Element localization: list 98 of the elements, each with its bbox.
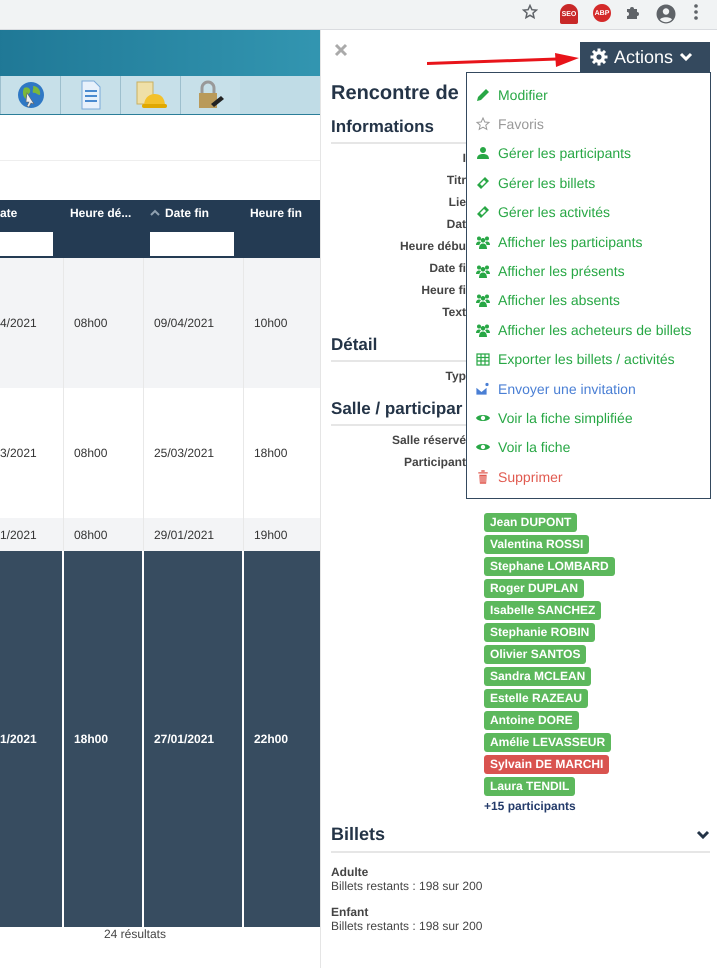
table-cell: 10h00 [254,316,288,330]
chevron-down-icon [679,52,694,62]
participant-tag[interactable]: Antoine DORE [484,711,579,730]
participant-tag[interactable]: Amélie LEVASSEUR [484,733,612,752]
table-cell: 18h00 [254,446,288,460]
participant-tag[interactable]: Olivier SANTOS [484,645,586,664]
menu-item[interactable]: Supprimer [467,462,710,492]
menu-icon[interactable] [694,4,698,20]
field-label: Heure débu [400,239,466,253]
users-icon [475,292,491,308]
ticket-icon [475,204,491,220]
menu-item[interactable]: Voir la fiche simplifiée [467,403,710,433]
tickets-remaining: Billets restants : 198 sur 200 [331,879,484,893]
field-label: Date fi [429,261,466,275]
field-label: I [462,151,466,165]
pencil-icon [475,86,491,103]
menu-item[interactable]: Envoyer une invitation [467,374,710,404]
table-cell: 09/04/2021 [154,316,214,330]
participant-tag[interactable]: Roger DUPLAN [484,579,584,598]
chevron-icon[interactable] [696,830,710,840]
column-header[interactable]: ate [0,206,18,220]
menu-item[interactable]: Modifier [467,80,710,110]
field-label: Lie [448,195,466,209]
padlock-icon[interactable] [180,76,240,114]
participant-tag[interactable]: Stephane LOMBARD [484,557,615,576]
section-heading: Billets [331,824,386,845]
menu-item[interactable]: Afficher les présents [467,256,710,286]
globe-icon[interactable] [0,76,60,114]
close-icon[interactable] [334,43,348,57]
field-label: Heure fi [421,283,466,297]
column-header[interactable]: Date fin [165,206,210,220]
section-heading: Informations [331,117,434,136]
participant-tag[interactable]: Jean DUPONT [484,513,578,532]
mail-icon [475,380,491,397]
document-icon[interactable] [60,76,120,114]
eye-icon [475,414,491,422]
ticket-name: Enfant [331,905,370,919]
section-heading: Détail [331,335,378,354]
table-cell: 08h00 [74,446,108,460]
tickets-remaining: Billets restants : 198 sur 200 [331,919,484,933]
section-heading: Salle / participar [331,399,462,418]
sort-up-icon[interactable] [150,209,160,216]
field-label: Typ [446,369,466,383]
event-title: Rencontre de [331,82,459,105]
participant-tag[interactable]: Sylvain DE MARCHI [484,755,610,774]
table-cell: 08h00 [74,528,108,542]
menu-item[interactable]: Afficher les acheteurs de billets [467,315,710,345]
star-icon [475,116,491,132]
field-label: Text [442,305,466,319]
table-cell: 1/2021 [0,528,37,542]
field-label: Dat [446,217,466,231]
ticket-icon [475,174,491,191]
table-cell: 08h00 [74,316,108,330]
menu-item[interactable]: Afficher les participants [467,226,710,256]
users-icon [475,263,491,280]
field-label: Titr [446,173,466,187]
puzzle-icon[interactable] [625,4,641,20]
menu-item[interactable]: Voir la fiche [467,432,710,462]
table-cell: 19h00 [254,528,288,542]
participant-tag[interactable]: Estelle RAZEAU [484,689,588,708]
bookmark-star-icon[interactable] [522,4,538,20]
ticket-name: Adulte [331,865,370,879]
filter-field[interactable] [150,232,234,256]
column-header[interactable]: Heure fin [250,206,302,220]
menu-item[interactable]: Exporter les billets / activités [467,344,710,374]
users-icon [475,234,491,250]
table-cell: 4/2021 [0,316,37,330]
table-icon [475,351,491,368]
actions-button[interactable]: Actions [580,42,710,72]
menu-item[interactable]: Favoris [467,109,710,139]
participant-tag[interactable]: Stephanie ROBIN [484,623,596,642]
menu-item[interactable]: Gérer les activités [467,198,710,227]
table-cell: 1/2021 [0,732,37,746]
table-cell: 25/03/2021 [154,446,214,460]
participant-tag[interactable]: Valentina ROSSI [484,535,590,554]
participant-tag[interactable]: Sandra MCLEAN [484,667,592,686]
users-icon [475,322,491,338]
table-cell: 29/01/2021 [154,528,214,542]
filter-field[interactable] [0,232,53,256]
more-participants-link[interactable]: +15 participants [484,799,576,813]
participant-tag[interactable]: Isabelle SANCHEZ [484,601,602,620]
table-cell: 22h00 [254,732,288,746]
user-icon [475,145,491,162]
menu-item[interactable]: Gérer les participants [467,138,710,168]
column-header[interactable]: Heure dé... [70,206,132,220]
table-cell: 18h00 [74,732,108,746]
gear-icon [590,48,608,66]
field-label: Participant [404,455,466,469]
participant-tag[interactable]: Laura TENDIL [484,777,576,796]
menu-item[interactable]: Gérer les billets [467,168,710,198]
eye-icon [475,443,491,452]
result-count: 24 résultats [104,927,166,941]
table-cell: 27/01/2021 [154,732,214,746]
account-icon[interactable] [656,4,676,24]
field-label: Salle réservé [392,433,466,447]
table-cell: 3/2021 [0,446,37,460]
trash-icon [475,468,491,485]
menu-item[interactable]: Afficher les absents [467,286,710,316]
